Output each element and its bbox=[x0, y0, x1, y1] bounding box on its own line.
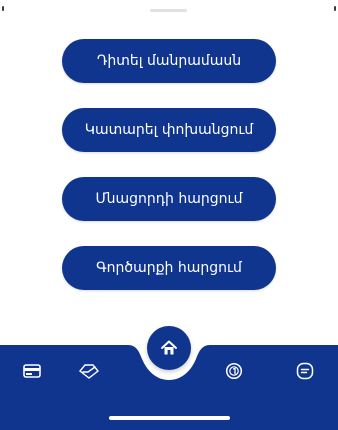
make-transfer-label: Կատարել փոխանցում bbox=[84, 122, 254, 138]
sheet-grabber[interactable] bbox=[150, 9, 187, 12]
corner-mark-right bbox=[334, 6, 336, 11]
transactions-inquiry-label: Գործարքի հարցում bbox=[96, 260, 242, 276]
transactions-inquiry-button[interactable]: Գործարքի հարցում bbox=[62, 246, 276, 290]
card-icon bbox=[23, 364, 41, 378]
home-icon bbox=[161, 340, 177, 355]
view-details-label: Դիտել մանրամասն bbox=[96, 53, 242, 69]
tab-cards[interactable] bbox=[18, 357, 46, 385]
make-transfer-button[interactable]: Կատարել փոխանցում bbox=[62, 108, 276, 152]
tab-payments[interactable] bbox=[220, 357, 248, 385]
home-button[interactable] bbox=[147, 326, 191, 370]
home-indicator bbox=[109, 416, 230, 420]
tab-transfers[interactable] bbox=[75, 357, 103, 385]
chat-icon bbox=[296, 362, 314, 380]
tab-messages[interactable] bbox=[291, 357, 319, 385]
coin-icon bbox=[225, 362, 243, 380]
diamond-check-icon bbox=[78, 364, 100, 379]
balance-inquiry-button[interactable]: Մնացորդի հարցում bbox=[62, 177, 276, 221]
balance-inquiry-label: Մնացորդի հարցում bbox=[95, 191, 243, 207]
view-details-button[interactable]: Դիտել մանրամասն bbox=[62, 39, 276, 83]
corner-mark-left bbox=[2, 6, 4, 11]
